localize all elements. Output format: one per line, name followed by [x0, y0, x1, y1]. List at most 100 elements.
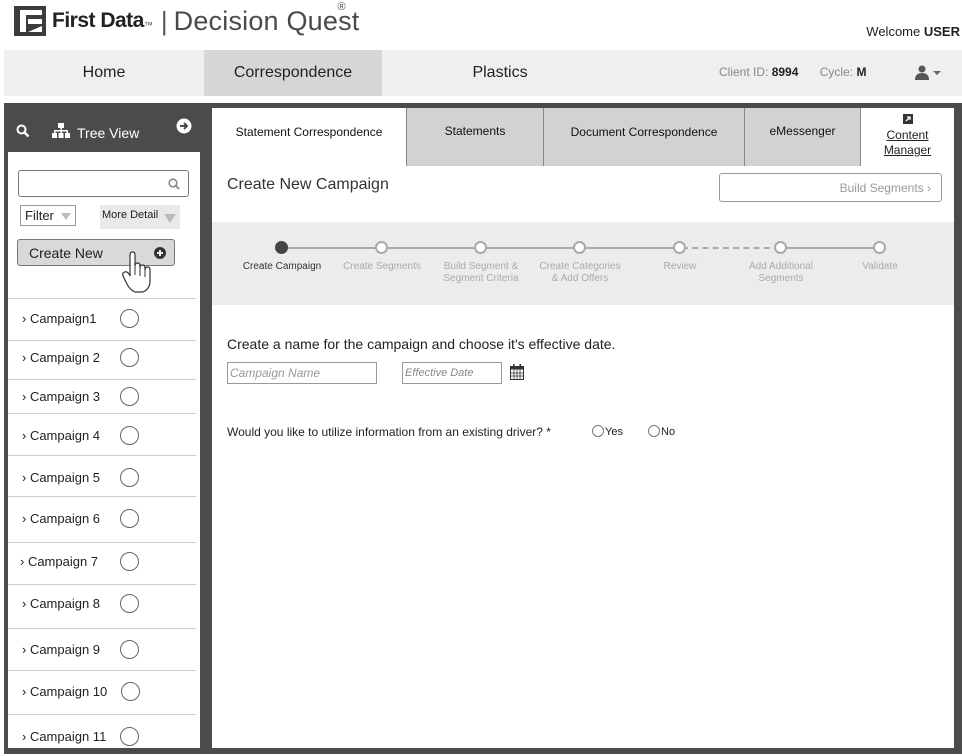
campaign-item[interactable]: › Campaign 8 — [8, 584, 196, 628]
arrow-circle-right-icon[interactable] — [176, 118, 192, 134]
more-detail-label: More Detail — [102, 209, 159, 221]
cycle-value: M — [856, 65, 867, 79]
campaign-item[interactable]: › Campaign 9 — [8, 628, 196, 670]
search-icon[interactable] — [168, 178, 180, 190]
campaign-radio[interactable] — [120, 426, 139, 445]
step-label-text: Create Campaign — [242, 261, 322, 272]
top-navigation: Home Correspondence Plastics Client ID: … — [4, 50, 962, 96]
step-label-text: & Add Offers — [551, 273, 609, 284]
client-id-value: 8994 — [771, 65, 799, 79]
campaign-label: › Campaign 10 — [22, 684, 108, 699]
step-label-create-campaign: Create Campaign — [232, 261, 332, 273]
campaign-item[interactable]: › Campaign 7 — [8, 542, 196, 584]
campaign-radio[interactable] — [121, 682, 140, 701]
caret-down-icon — [164, 214, 176, 223]
step-label-text: Review — [663, 261, 697, 272]
welcome-prefix: Welcome — [866, 24, 921, 39]
campaign-item[interactable]: › Campaign1 — [8, 298, 196, 340]
registered-mark: ® — [337, 1, 346, 13]
more-detail-dropdown[interactable]: More Detail — [100, 205, 180, 229]
campaign-name-input[interactable]: Campaign Name — [227, 362, 377, 384]
tab-statement-correspondence[interactable]: Statement Correspondence — [212, 108, 406, 166]
campaign-radio[interactable] — [120, 552, 139, 571]
brand-name: First Data — [52, 9, 144, 32]
yes-radio[interactable] — [592, 425, 604, 437]
campaign-radio[interactable] — [120, 387, 139, 406]
brand-trademark: ™ — [143, 20, 153, 30]
campaign-item[interactable]: › Campaign 3 — [8, 379, 196, 413]
step-label-add-segments: Add Additional Segments — [731, 261, 831, 285]
campaign-item[interactable]: › Campaign 11 — [8, 714, 196, 750]
client-info: Client ID: 8994 Cycle: M — [719, 65, 866, 79]
campaign-radio[interactable] — [120, 594, 139, 613]
progress-stepper: Create Campaign Create Segments Build Se… — [212, 222, 954, 305]
step-dot-build-segment — [474, 241, 487, 254]
campaign-label: › Campaign 6 — [22, 511, 101, 526]
driver-no-option[interactable]: No — [648, 425, 675, 438]
campaign-prompt: Create a name for the campaign and choos… — [227, 336, 616, 352]
build-segments-button[interactable]: Build Segments › — [719, 173, 942, 202]
step-label-text: Create Segments — [343, 261, 421, 272]
campaign-radio[interactable] — [120, 640, 139, 659]
step-label-create-categories: Create Categories & Add Offers — [530, 261, 630, 285]
campaign-radio[interactable] — [120, 348, 139, 367]
external-link-icon — [902, 114, 913, 124]
create-new-label: Create New — [29, 245, 103, 261]
sidebar-search-input[interactable] — [18, 170, 189, 197]
campaign-radio[interactable] — [120, 727, 139, 746]
step-label-text: Validate — [862, 261, 898, 272]
campaign-label: › Campaign 11 — [22, 729, 107, 744]
campaign-label: › Campaign 9 — [22, 642, 101, 657]
tab-statements[interactable]: Statements — [406, 108, 543, 166]
stepper-dashed-line — [682, 247, 780, 249]
campaign-label: › Campaign 8 — [22, 596, 101, 611]
campaign-item[interactable]: › Campaign 4 — [8, 413, 196, 455]
yes-label: Yes — [605, 426, 623, 438]
cycle-label: Cycle: — [819, 65, 854, 79]
sidebar-tools: Filter More Detail Create New — [8, 152, 200, 298]
calendar-icon[interactable] — [510, 364, 524, 380]
nav-correspondence[interactable]: Correspondence — [204, 50, 382, 96]
campaign-item[interactable]: › Campaign 2 — [8, 340, 196, 379]
step-label-build-segment: Build Segment & Segment Criteria — [431, 261, 531, 285]
content-manager-label-2: Manager — [883, 143, 932, 157]
campaign-item[interactable]: › Campaign 10 — [8, 670, 196, 714]
welcome-message: Welcome USER — [866, 24, 960, 39]
no-label: No — [661, 426, 676, 438]
no-radio[interactable] — [648, 425, 660, 437]
step-label-text: Segment Criteria — [443, 273, 519, 284]
tree-view-label[interactable]: Tree View — [77, 125, 139, 141]
tab-document-correspondence[interactable]: Document Correspondence — [543, 108, 744, 166]
content-manager-label-1: Content — [886, 128, 929, 142]
campaign-label: › Campaign1 — [22, 311, 97, 326]
campaign-label: › Campaign 2 — [22, 350, 101, 365]
tab-content-manager[interactable]: Content Manager — [860, 108, 954, 166]
campaign-item[interactable]: › Campaign 5 — [8, 455, 196, 496]
campaign-item[interactable]: › Campaign 6 — [8, 496, 196, 542]
brand-header: First Data ™ | Decision Quest ® — [14, 1, 368, 38]
campaign-radio[interactable] — [120, 509, 139, 528]
driver-question: Would you like to utilize information fr… — [227, 425, 551, 439]
step-dot-create-campaign — [275, 241, 288, 254]
first-data-logo-icon — [14, 6, 46, 36]
step-label-text: Build Segment & — [443, 261, 519, 272]
nav-plastics[interactable]: Plastics — [404, 50, 596, 96]
campaign-radio[interactable] — [120, 309, 139, 328]
tab-bar: Statement Correspondence Statements Docu… — [212, 108, 954, 166]
tab-emessenger[interactable]: eMessenger — [744, 108, 860, 166]
step-label-review: Review — [630, 261, 730, 273]
step-label-text: Create Categories — [539, 261, 621, 272]
filter-dropdown[interactable]: Filter — [20, 205, 76, 226]
user-icon[interactable] — [914, 64, 942, 82]
caret-down-icon — [61, 213, 71, 220]
step-dot-create-segments — [375, 241, 388, 254]
campaign-radio[interactable] — [120, 468, 139, 487]
effective-date-input[interactable]: Effective Date — [402, 362, 502, 384]
step-dot-add-segments — [774, 241, 787, 254]
driver-yes-option[interactable]: Yes — [592, 425, 623, 438]
step-label-create-segments: Create Segments — [332, 261, 432, 273]
welcome-user: USER — [923, 24, 960, 39]
nav-home[interactable]: Home — [4, 50, 204, 96]
page-title: Create New Campaign — [227, 176, 389, 193]
search-icon[interactable] — [16, 124, 30, 138]
